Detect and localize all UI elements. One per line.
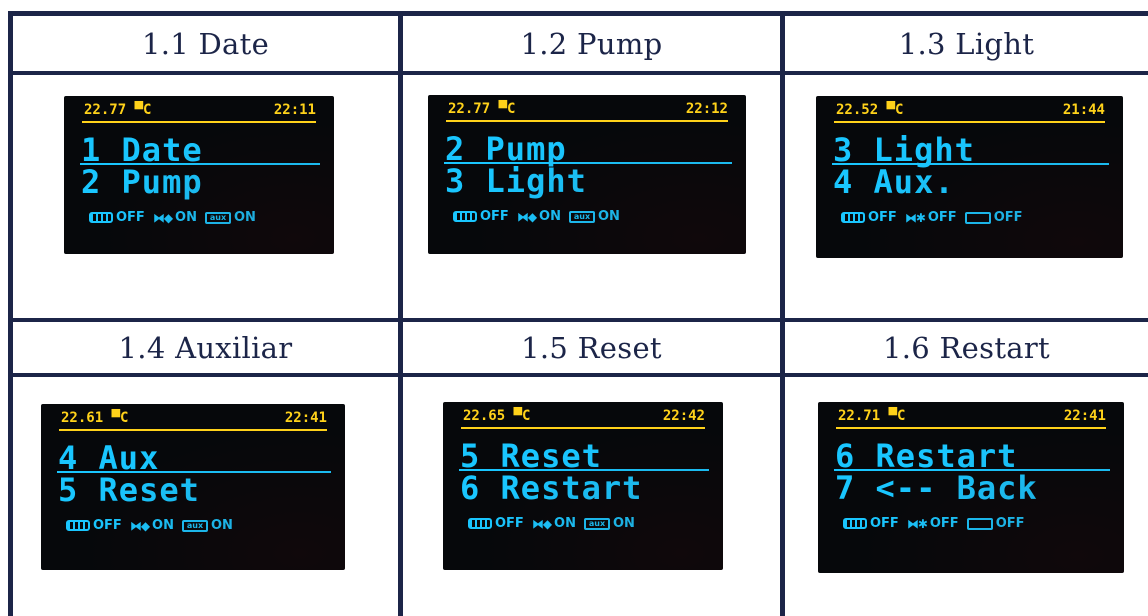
aux-box-icon [964, 211, 991, 224]
fan-status: OFF [868, 210, 897, 225]
pump-status: OFF [929, 516, 959, 531]
fan-icon [843, 518, 867, 529]
aux-box-icon: aux [568, 210, 595, 223]
fan-icon [89, 212, 113, 223]
menu-item-selected: 1 Date [81, 131, 203, 169]
pump-icon: ⧓◆ [516, 209, 537, 224]
temperature-readout: 22.61 ▀C [61, 410, 129, 426]
aux-box-icon: aux [204, 211, 231, 224]
table-border-row1 [8, 71, 1148, 75]
fan-status: OFF [116, 210, 145, 225]
header-auxiliar: 1.4 Auxiliar [118, 330, 293, 365]
header-reset: 1.5 Reset [521, 330, 662, 365]
header-date: 1.1 Date [141, 26, 270, 61]
temperature-readout: 22.77 ▀C [448, 101, 516, 117]
header-light: 1.3 Light [898, 26, 1035, 61]
temperature-readout: 22.71 ▀C [838, 408, 906, 424]
temperature-readout: 22.52 ▀C [836, 102, 904, 118]
menu-item-selected: 4 Aux [58, 439, 160, 477]
status-bar: OFF ⧓✱ OFF OFF [843, 516, 1025, 531]
oled-screen-restart: 22.71 ▀C 22:41 6 Restart 7 <-- Back OFF … [818, 402, 1124, 573]
fan-status: OFF [870, 516, 899, 531]
table-border-left [8, 11, 13, 616]
header-divider [461, 427, 705, 429]
pump-icon: ⧓✱ [904, 210, 926, 225]
menu-item-selected: 3 Light [833, 131, 975, 169]
aux-status: ON [210, 518, 233, 533]
oled-screen-pump: 22.77 ▀C 22:12 2 Pump 3 Light OFF ⧓◆ ON a… [428, 95, 746, 254]
fan-icon [453, 211, 477, 222]
menu-item-selected: 6 Restart [835, 437, 1018, 475]
fan-icon [66, 520, 90, 531]
oled-screen-light: 22.52 ▀C 21:44 3 Light 4 Aux. OFF ⧓✱ OFF … [816, 96, 1123, 258]
clock-readout: 22:11 [273, 102, 316, 118]
menu-item-selected: 5 Reset [460, 437, 602, 475]
menu-item-next: 5 Reset [58, 471, 200, 509]
aux-box-icon: aux [583, 517, 610, 530]
table-border-col1 [398, 11, 403, 616]
header-divider [446, 120, 728, 122]
menu-item-next: 4 Aux. [833, 163, 955, 201]
table-border-row3 [8, 373, 1148, 377]
header-restart: 1.6 Restart [883, 330, 1050, 365]
pump-icon: ⧓◆ [531, 516, 552, 531]
pump-icon: ⧓✱ [906, 516, 928, 531]
aux-box-icon: aux [181, 519, 208, 532]
aux-box-icon [966, 517, 993, 530]
menu-item-next: 7 <-- Back [835, 469, 1038, 507]
header-divider [59, 429, 327, 431]
pump-status: OFF [927, 210, 957, 225]
fan-icon [841, 212, 865, 223]
clock-readout: 21:44 [1062, 102, 1105, 118]
menu-item-next: 2 Pump [81, 163, 203, 201]
clock-readout: 22:12 [685, 101, 728, 117]
clock-readout: 22:42 [662, 408, 705, 424]
status-bar: OFF ⧓◆ ON aux ON [66, 518, 233, 533]
status-bar: OFF ⧓✱ OFF OFF [841, 210, 1023, 225]
aux-status: ON [233, 210, 256, 225]
fan-status: OFF [93, 518, 122, 533]
clock-readout: 22:41 [1063, 408, 1106, 424]
clock-readout: 22:41 [284, 410, 327, 426]
pump-status: ON [175, 210, 197, 225]
fan-status: OFF [480, 209, 509, 224]
aux-status: ON [612, 516, 635, 531]
oled-screen-reset: 22.65 ▀C 22:42 5 Reset 6 Restart OFF ⧓◆ O… [443, 402, 723, 570]
oled-screen-auxiliar: 22.61 ▀C 22:41 4 Aux 5 Reset OFF ⧓◆ ON au… [41, 404, 345, 570]
menu-item-selected: 2 Pump [445, 130, 567, 168]
header-pump: 1.2 Pump [520, 26, 663, 61]
fan-status: OFF [495, 516, 524, 531]
temperature-readout: 22.65 ▀C [463, 408, 531, 424]
table-border-col2 [780, 11, 785, 616]
aux-status: ON [597, 209, 620, 224]
header-divider [834, 121, 1105, 123]
pump-status: ON [539, 209, 561, 224]
oled-screen-date: 22.77 ▀C 22:11 1 Date 2 Pump OFF ⧓◆ ON au… [64, 96, 334, 254]
pump-icon: ⧓◆ [152, 210, 173, 225]
pump-icon: ⧓◆ [129, 518, 150, 533]
status-bar: OFF ⧓◆ ON aux ON [453, 209, 620, 224]
aux-status: OFF [995, 516, 1025, 531]
status-bar: OFF ⧓◆ ON aux ON [89, 210, 256, 225]
temperature-readout: 22.77 ▀C [84, 102, 152, 118]
status-bar: OFF ⧓◆ ON aux ON [468, 516, 635, 531]
header-divider [82, 121, 316, 123]
aux-status: OFF [993, 210, 1023, 225]
pump-status: ON [152, 518, 174, 533]
menu-item-next: 6 Restart [460, 469, 643, 507]
pump-status: ON [554, 516, 576, 531]
menu-item-next: 3 Light [445, 162, 587, 200]
header-divider [836, 427, 1106, 429]
fan-icon [468, 518, 492, 529]
